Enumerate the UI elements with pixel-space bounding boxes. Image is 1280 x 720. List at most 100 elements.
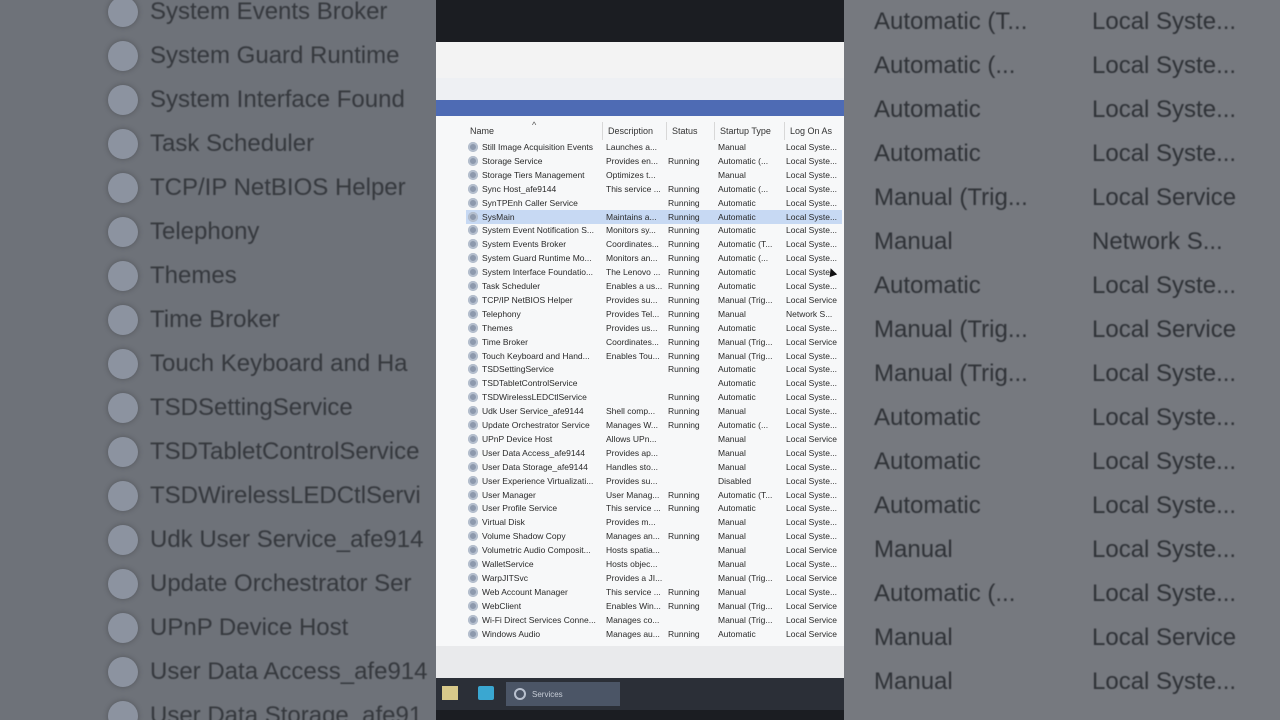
background-service-name: TSDWirelessLEDCtlServi: [150, 482, 421, 509]
service-status: Running: [668, 239, 700, 250]
table-row[interactable]: System Interface Foundatio... The Lenovo …: [466, 265, 842, 279]
table-row[interactable]: Sync Host_afe9144 This service ... Running…: [466, 182, 842, 196]
file-explorer-icon[interactable]: [442, 686, 458, 700]
service-status: Running: [668, 211, 700, 222]
table-row[interactable]: Storage Service Provides en... Running Auto…: [466, 154, 842, 168]
service-name: System Events Broker: [482, 239, 567, 250]
service-description: Launches a...: [606, 142, 658, 152]
table-row[interactable]: Touch Keyboard and Hand... Enables Tou...…: [466, 349, 842, 363]
search-icon: [514, 688, 526, 700]
column-separator[interactable]: [784, 122, 785, 140]
background-startup-row: Automatic (T... Local Syste...: [874, 0, 1236, 44]
background-startup-type: Automatic: [874, 448, 981, 475]
service-status: Running: [668, 406, 700, 417]
background-zoom-right: Automatic (T... Local Syste... Automatic (…: [844, 0, 1280, 720]
table-row[interactable]: Still Image Acquisition Events Launches a…: [466, 140, 842, 154]
column-header-startup-type[interactable]: Startup Type: [720, 126, 771, 136]
service-name: Telephony: [482, 308, 521, 319]
service-description: Enables Win...: [606, 600, 661, 611]
column-separator[interactable]: [714, 122, 715, 140]
table-row[interactable]: TCP/IP NetBIOS Helper Provides su... Runni…: [466, 293, 842, 307]
table-row[interactable]: Virtual Disk Provides m... Manual Local Sys…: [466, 515, 842, 529]
table-row[interactable]: Themes Provides us... Running Automatic Loca…: [466, 321, 842, 335]
table-row[interactable]: User Data Access_afe9144 Provides ap... Ma…: [466, 446, 842, 460]
service-name: Touch Keyboard and Hand...: [482, 350, 590, 361]
column-header-name[interactable]: Name: [470, 126, 494, 136]
service-startup-type: Automatic: [718, 628, 756, 639]
table-row[interactable]: TSDWirelessLEDCtlService Running Automatic…: [466, 390, 842, 404]
table-row[interactable]: Volumetric Audio Composit... Hosts spatia…: [466, 543, 842, 557]
background-log-on-as: Local Syste...: [1092, 404, 1237, 431]
table-row[interactable]: Time Broker Coordinates... Running Manual (…: [466, 335, 842, 349]
service-description: This service ...: [606, 183, 661, 194]
service-log-on-as: Local Syste...: [786, 322, 838, 333]
service-startup-type: Manual (Trig...: [718, 350, 773, 361]
column-header-description[interactable]: Description: [608, 126, 653, 136]
service-log-on-as: Local Syste...: [786, 392, 838, 403]
table-row[interactable]: WalletService Hosts objec... Manual Local S…: [466, 557, 842, 571]
table-row[interactable]: TSDSettingService Running Automatic Local S…: [466, 362, 842, 376]
table-row[interactable]: SysMain Maintains a... Running Automatic Loc…: [466, 209, 842, 224]
service-log-on-as: Local Syste...: [786, 364, 838, 375]
table-row[interactable]: Web Account Manager This service ... Runni…: [466, 585, 842, 599]
table-row[interactable]: UPnP Device Host Allows UPn... Manual Local…: [466, 432, 842, 446]
service-log-on-as: Local Service: [786, 572, 838, 583]
store-icon[interactable]: [478, 686, 494, 700]
gear-icon: [468, 420, 478, 430]
table-row[interactable]: User Data Storage_afe9144 Handles sto... M…: [466, 460, 842, 474]
background-service-name: Touch Keyboard and Ha: [150, 350, 408, 377]
column-separator[interactable]: [666, 122, 667, 140]
table-row[interactable]: Volume Shadow Copy Manages an... Running Ma…: [466, 529, 842, 543]
table-row[interactable]: System Events Broker Coordinates... Runnin…: [466, 237, 842, 251]
service-description: Manages au...: [606, 628, 660, 639]
table-row[interactable]: System Guard Runtime Mo... Monitors an...…: [466, 251, 842, 265]
gear-icon: [108, 85, 138, 115]
services-list[interactable]: ^ Name Description Status Startup Type L…: [436, 116, 844, 646]
background-startup-type: Automatic (...: [874, 52, 1016, 79]
service-startup-type: Automatic (...: [718, 183, 769, 194]
table-row[interactable]: Wi-Fi Direct Services Conne... Manages co…: [466, 613, 842, 627]
taskbar-services-button[interactable]: Services: [506, 682, 620, 706]
service-startup-type: Manual: [718, 461, 746, 472]
column-header-log-on-as[interactable]: Log On As: [790, 126, 832, 136]
sort-ascending-icon: ^: [532, 120, 537, 130]
gear-icon: [468, 183, 478, 194]
table-row[interactable]: Windows Audio Manages au... Running Automat…: [466, 627, 842, 641]
service-startup-type: Manual (Trig...: [718, 614, 773, 625]
service-log-on-as: Local Syste...: [786, 378, 838, 389]
service-description: Manages co...: [606, 614, 660, 625]
table-row[interactable]: Telephony Provides Tel... Running Manual Net…: [466, 307, 842, 321]
table-row[interactable]: Update Orchestrator Service Manages W... R…: [466, 418, 842, 432]
table-row[interactable]: SynTPEnh Caller Service Running Automatic L…: [466, 196, 842, 210]
table-row[interactable]: User Manager User Manag... Running Automati…: [466, 488, 842, 502]
service-log-on-as: Local Syste...: [786, 586, 838, 597]
service-description: Enables Tou...: [606, 350, 660, 361]
table-row[interactable]: WarpJITSvc Provides a JI... Manual (Trig..…: [466, 571, 842, 585]
gear-icon: [468, 433, 478, 444]
table-row[interactable]: System Event Notification S... Monitors s…: [466, 223, 842, 237]
column-separator[interactable]: [602, 122, 603, 140]
table-row[interactable]: Udk User Service_afe9144 Shell comp... Run…: [466, 404, 842, 418]
service-startup-type: Automatic (T...: [718, 489, 773, 500]
gear-icon: [468, 155, 478, 166]
background-log-on-as: Local Syste...: [1092, 668, 1237, 695]
table-row[interactable]: Storage Tiers Management Optimizes t... Ma…: [466, 168, 842, 182]
background-log-on-as: Local Syste...: [1092, 96, 1237, 123]
gear-icon: [468, 197, 478, 208]
service-startup-type: Manual: [718, 517, 746, 528]
table-row[interactable]: WebClient Enables Win... Running Manual (Tr…: [466, 599, 842, 613]
service-log-on-as: Local Syste...: [786, 475, 838, 486]
service-log-on-as: Local Syste...: [786, 559, 838, 569]
gear-icon: [468, 545, 478, 556]
table-row[interactable]: User Experience Virtualizati... Provides …: [466, 474, 842, 488]
service-description: Allows UPn...: [606, 433, 657, 444]
service-name: Still Image Acquisition Events: [482, 142, 594, 152]
table-row[interactable]: Task Scheduler Enables a us... Running Auto…: [466, 279, 842, 293]
background-service-name: System Interface Found: [150, 86, 405, 113]
table-row[interactable]: User Profile Service This service ... Runn…: [466, 501, 842, 515]
service-name: User Manager: [482, 489, 536, 500]
service-log-on-as: Local Service: [786, 433, 838, 444]
column-header-status[interactable]: Status: [672, 126, 698, 136]
table-row[interactable]: TSDTabletControlService Automatic Local Sy…: [466, 376, 842, 390]
service-status: Running: [668, 350, 700, 361]
